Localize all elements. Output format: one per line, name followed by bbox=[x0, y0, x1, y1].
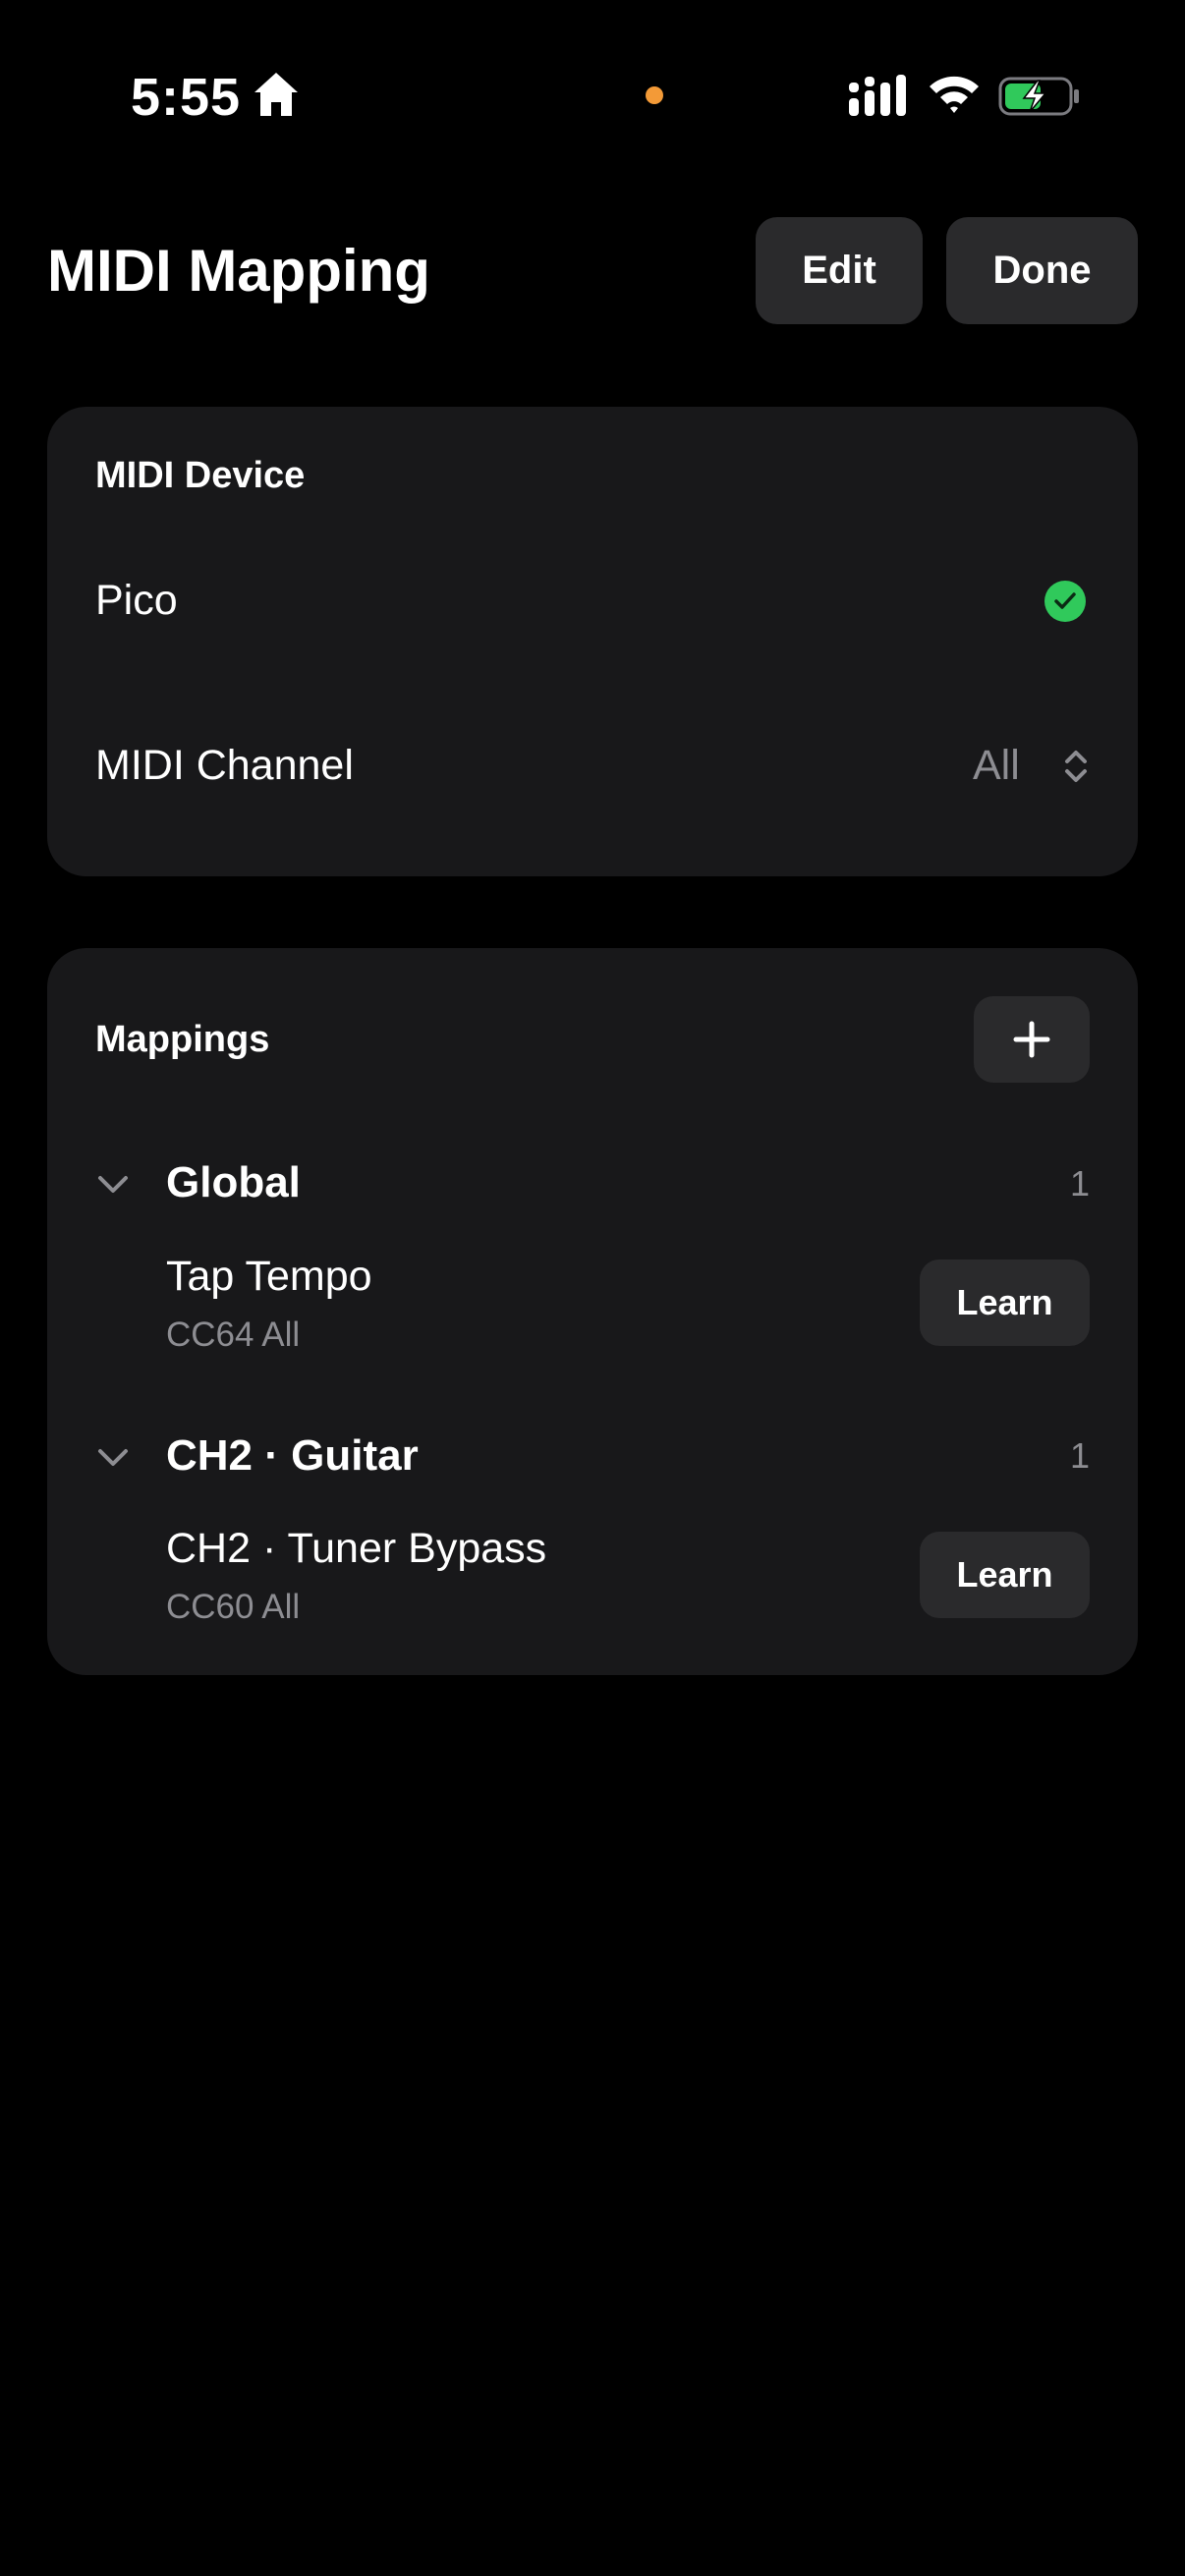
wifi-icon bbox=[930, 76, 979, 113]
learn-button[interactable]: Learn bbox=[920, 1260, 1090, 1346]
edit-button[interactable]: Edit bbox=[756, 217, 923, 324]
chevron-down-icon[interactable] bbox=[95, 1445, 131, 1469]
status-time: 5:55 bbox=[131, 68, 242, 127]
learn-button[interactable]: Learn bbox=[920, 1532, 1090, 1618]
battery-charging-icon bbox=[998, 77, 1079, 116]
done-button[interactable]: Done bbox=[946, 217, 1138, 324]
mapping-item-title: Tap Tempo bbox=[166, 1253, 372, 1300]
chevron-up-down-icon[interactable] bbox=[1059, 747, 1093, 786]
checkmark-icon bbox=[1044, 581, 1086, 622]
group-count: 1 bbox=[1069, 1163, 1090, 1204]
group-header-global[interactable]: Global bbox=[166, 1155, 301, 1210]
mapping-item-subtitle: CC60 All bbox=[166, 1588, 301, 1626]
midi-channel-value[interactable]: All bbox=[973, 738, 1020, 793]
mappings-section-title: Mappings bbox=[95, 1019, 270, 1060]
midi-device-section-title: MIDI Device bbox=[95, 455, 306, 496]
add-mapping-button[interactable] bbox=[974, 996, 1090, 1083]
home-icon bbox=[254, 73, 298, 116]
recording-dot-icon bbox=[646, 86, 663, 104]
plus-icon bbox=[1013, 1021, 1050, 1058]
cellular-signal-icon bbox=[849, 75, 906, 116]
mapping-item-title: CH2 · Tuner Bypass bbox=[166, 1525, 547, 1572]
midi-channel-label: MIDI Channel bbox=[95, 742, 354, 789]
page-title: MIDI Mapping bbox=[47, 238, 430, 304]
group-count: 1 bbox=[1069, 1435, 1090, 1476]
group-header-ch2-guitar[interactable]: CH2 · Guitar bbox=[166, 1428, 419, 1484]
device-name[interactable]: Pico bbox=[95, 573, 178, 628]
chevron-down-icon[interactable] bbox=[95, 1172, 131, 1196]
mapping-item-subtitle: CC64 All bbox=[166, 1316, 301, 1354]
